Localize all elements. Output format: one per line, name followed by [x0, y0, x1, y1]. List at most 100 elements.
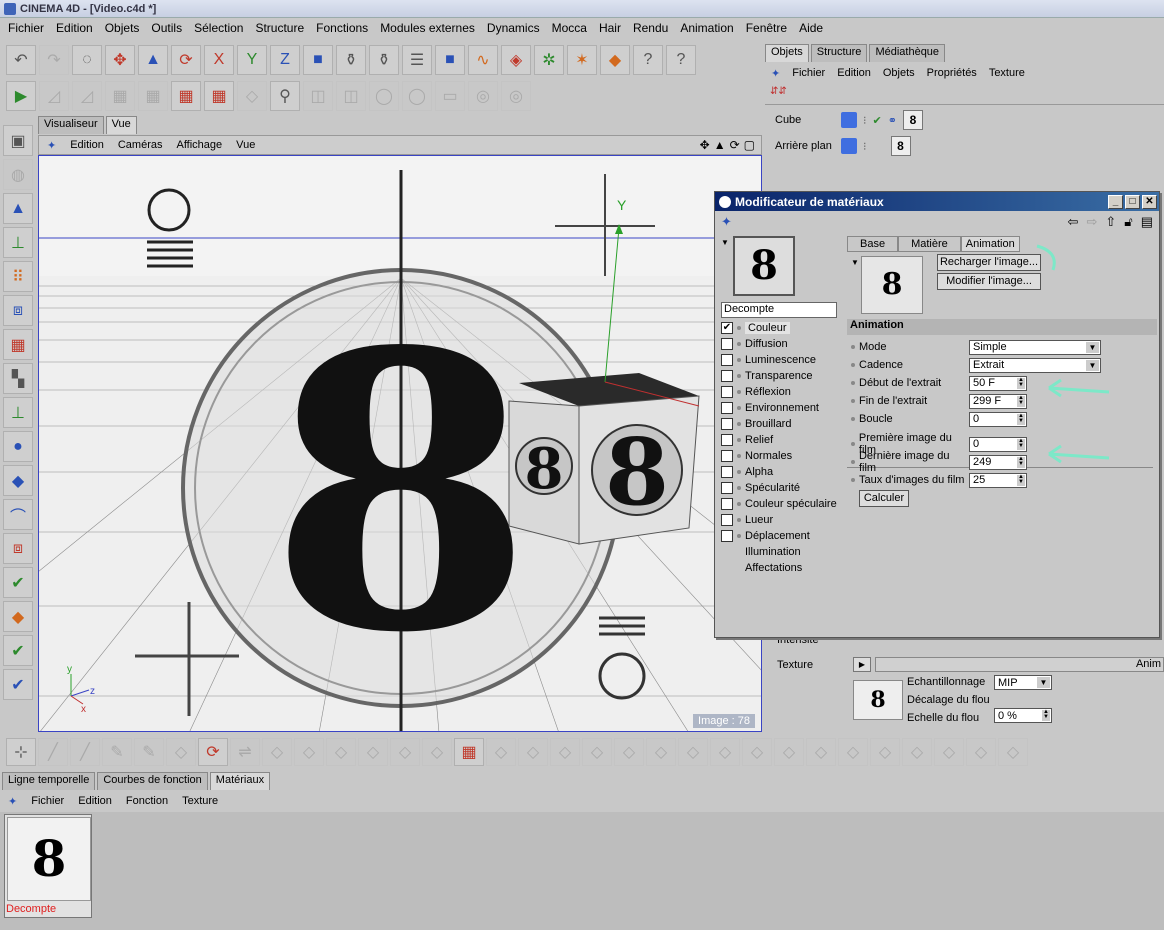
- viewport-layout-icon[interactable]: ▣: [3, 125, 33, 156]
- objects-menu-objets[interactable]: Objets: [883, 67, 915, 79]
- channel-alpha[interactable]: Alpha: [721, 464, 841, 480]
- connect-icon[interactable]: ◇: [390, 738, 420, 766]
- tab-base[interactable]: Base: [847, 236, 899, 252]
- visibility-dots-icon[interactable]: ⁝: [863, 140, 867, 153]
- menu-aide[interactable]: Aide: [799, 21, 823, 35]
- texture-tag-icon[interactable]: 8: [890, 136, 911, 156]
- checkbox[interactable]: [721, 530, 733, 542]
- axis-tool-icon[interactable]: ⊹: [6, 738, 36, 766]
- live-selection-icon[interactable]: ◌: [72, 45, 102, 75]
- cube-primitive-icon[interactable]: ■: [435, 45, 465, 75]
- use-polygons-icon[interactable]: ▦: [3, 329, 33, 360]
- rotate-view-icon[interactable]: ⟳: [730, 138, 740, 152]
- channel-transparence[interactable]: Transparence: [721, 368, 841, 384]
- channel-environnement[interactable]: Environnement: [721, 400, 841, 416]
- viewport-menu-affichage[interactable]: Affichage: [176, 139, 222, 151]
- smooth-icon[interactable]: ✎: [134, 738, 164, 766]
- viewport-menu-vue[interactable]: Vue: [236, 139, 255, 151]
- 3d-viewport[interactable]: 8 8 8 Y y z x Image : 78: [38, 155, 762, 732]
- layer-icon[interactable]: ▭: [435, 81, 465, 111]
- move-icon[interactable]: ✥: [105, 45, 135, 75]
- extrude-icon[interactable]: ◇: [262, 738, 292, 766]
- melt-icon[interactable]: ◇: [614, 738, 644, 766]
- menu-modules-externes[interactable]: Modules externes: [380, 21, 475, 35]
- materials-menu-fonction[interactable]: Fonction: [126, 795, 168, 807]
- clone-icon[interactable]: ◇: [742, 738, 772, 766]
- matrix-extrude-icon[interactable]: ◇: [870, 738, 900, 766]
- model-mode-icon[interactable]: ◿: [39, 81, 69, 111]
- split-icon[interactable]: ◇: [550, 738, 580, 766]
- channel-reflexion[interactable]: Réflexion: [721, 384, 841, 400]
- materials-menu-edition[interactable]: Edition: [78, 795, 112, 807]
- array-icon[interactable]: ✲: [534, 45, 564, 75]
- boucle-field[interactable]: 0 ▲ ▼: [969, 411, 1027, 427]
- use-edges-icon[interactable]: ⧈: [3, 295, 33, 326]
- maximize-view-icon[interactable]: ▢: [744, 138, 755, 152]
- menu-animation[interactable]: Animation: [680, 21, 733, 35]
- maximize-icon[interactable]: □: [1125, 194, 1140, 209]
- checkbox[interactable]: [721, 386, 733, 398]
- checkbox[interactable]: [721, 370, 733, 382]
- particle-check-icon[interactable]: ✔: [3, 669, 33, 700]
- move-view-icon[interactable]: ▲: [714, 138, 726, 152]
- viewport-menu-cameras[interactable]: Caméras: [118, 139, 163, 151]
- fin-extrait-field[interactable]: 299 F ▲ ▼: [969, 393, 1027, 409]
- channel-luminescence[interactable]: Luminescence: [721, 352, 841, 368]
- spinner-icon[interactable]: ▲▼: [1017, 456, 1025, 468]
- texture-mode-icon[interactable]: ▦: [105, 81, 135, 111]
- refresh-icon[interactable]: ⟳: [198, 738, 228, 766]
- object-row-cube[interactable]: Cube ⁝ ✔ ⚭ 8: [775, 109, 923, 131]
- slide-icon[interactable]: ◇: [806, 738, 836, 766]
- triangulate-icon[interactable]: ◇: [518, 738, 548, 766]
- smooth-shift-icon[interactable]: ◇: [902, 738, 932, 766]
- premiere-image-field[interactable]: 0 ▲ ▼: [969, 436, 1027, 452]
- spinner-icon[interactable]: ▲▼: [1017, 413, 1025, 425]
- spinner-icon[interactable]: ▲▼: [1017, 474, 1025, 486]
- channel-brouillard[interactable]: Brouillard: [721, 416, 841, 432]
- materials-pin-icon[interactable]: ✦: [8, 795, 17, 808]
- render-check-icon[interactable]: ✔: [3, 635, 33, 666]
- menu-edition[interactable]: Edition: [56, 21, 93, 35]
- tab-animation[interactable]: Animation: [960, 236, 1020, 252]
- materials-menu-texture[interactable]: Texture: [182, 795, 218, 807]
- close-icon[interactable]: ✕: [1142, 194, 1157, 209]
- checkbox[interactable]: [721, 482, 733, 494]
- rotate-icon[interactable]: ⟳: [171, 45, 201, 75]
- bone-tool-icon[interactable]: ◆: [3, 465, 33, 496]
- tab-visualiseur[interactable]: Visualiseur: [38, 116, 104, 134]
- channel-lueur[interactable]: Lueur: [721, 512, 841, 528]
- channel-couleur-speculaire[interactable]: Couleur spéculaire: [721, 496, 841, 512]
- knife-icon[interactable]: ╱: [38, 738, 68, 766]
- channel-normales[interactable]: Normales: [721, 448, 841, 464]
- enable-axis-icon[interactable]: ✔: [3, 567, 33, 598]
- derniere-image-field[interactable]: 249 ▲ ▼: [969, 454, 1027, 470]
- cadence-select[interactable]: Extrait ▼: [969, 357, 1101, 373]
- mirror-icon[interactable]: ⇌: [230, 738, 260, 766]
- channel-diffusion[interactable]: Diffusion: [721, 336, 841, 352]
- pin-icon[interactable]: ✦: [721, 214, 732, 230]
- help-pointer-icon[interactable]: ?: [633, 45, 663, 75]
- material-name-field[interactable]: Decompte: [721, 302, 837, 318]
- material-editor-titlebar[interactable]: Modificateur de matériaux _ □ ✕: [715, 192, 1159, 211]
- object-mode-icon[interactable]: ◿: [72, 81, 102, 111]
- context-help-icon[interactable]: ?: [666, 45, 696, 75]
- sphere-tool-icon[interactable]: ●: [3, 431, 33, 462]
- scene-icon[interactable]: ◆: [600, 45, 630, 75]
- spin-edge-icon[interactable]: ◇: [774, 738, 804, 766]
- channel-specularite[interactable]: Spécularité: [721, 480, 841, 496]
- collapse-arrow-icon[interactable]: ▼: [851, 258, 859, 267]
- disconnect-icon[interactable]: ◇: [582, 738, 612, 766]
- bridge-icon[interactable]: ◇: [326, 738, 356, 766]
- optimize-icon[interactable]: ◇: [422, 738, 452, 766]
- calculer-button[interactable]: Calculer: [859, 490, 909, 507]
- edit-image-button[interactable]: Modifier l'image...: [937, 273, 1041, 290]
- spinner-icon[interactable]: ▲▼: [1042, 709, 1050, 721]
- menu-fichier[interactable]: Fichier: [8, 21, 44, 35]
- enabled-check-icon[interactable]: ✔: [873, 114, 882, 127]
- use-object-axis-icon[interactable]: ⊥: [3, 227, 33, 258]
- menu-objets[interactable]: Objets: [105, 21, 140, 35]
- tab-ligne-temporelle[interactable]: Ligne temporelle: [2, 772, 96, 790]
- weld-icon[interactable]: ◇: [358, 738, 388, 766]
- ik-tool-icon[interactable]: ⌒: [3, 499, 33, 530]
- menu-structure[interactable]: Structure: [255, 21, 304, 35]
